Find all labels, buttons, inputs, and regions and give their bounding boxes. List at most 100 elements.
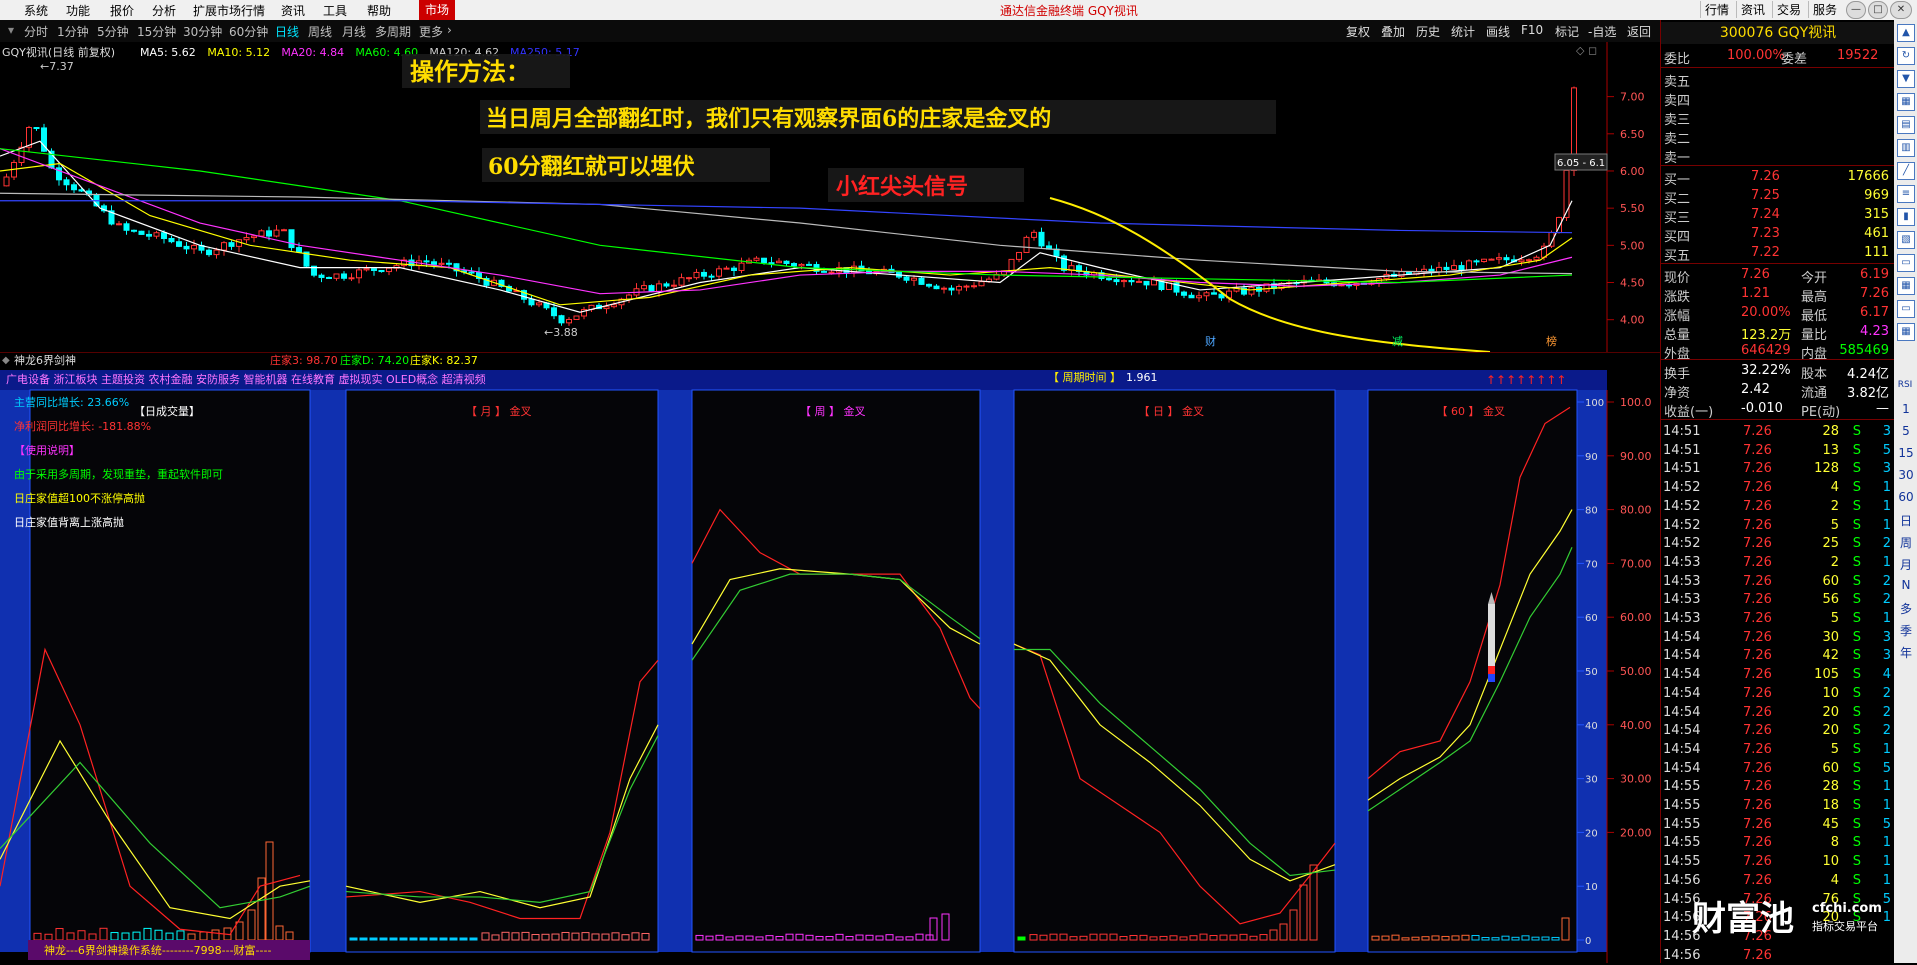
scroll-icons[interactable]: ◇ ◻	[1576, 44, 1597, 57]
market-button[interactable]: 市场	[419, 0, 456, 20]
sell-level-5[interactable]: 卖五	[1661, 70, 1895, 90]
menu-item-function[interactable]: 功能	[66, 2, 90, 19]
sell-level-2[interactable]: 卖二	[1661, 127, 1895, 147]
period-tab-60min[interactable]: 60分钟	[229, 23, 268, 40]
top-tab-service[interactable]: 服务	[1808, 1, 1841, 18]
sidebar-label-12[interactable]: 年	[1898, 644, 1914, 661]
sidebar-label-8[interactable]: 月	[1898, 556, 1914, 573]
stock-code-name[interactable]: 300076 GQY视讯	[1661, 22, 1895, 44]
sell-level-3[interactable]: 卖三	[1661, 108, 1895, 128]
tick-row[interactable]: 14:54 7.26 105 S 4	[1661, 665, 1895, 684]
menu-item-analysis[interactable]: 分析	[152, 2, 176, 19]
tick-row[interactable]: 14:55 7.26 45 S 5	[1661, 815, 1895, 834]
menu-item-extended-market[interactable]: 扩展市场行情	[193, 2, 265, 19]
sidebar-label-6[interactable]: 日	[1898, 512, 1914, 529]
toolbar-f10[interactable]: F10	[1521, 23, 1543, 37]
tick-row[interactable]: 14:52 7.26 5 S 1	[1661, 516, 1895, 535]
chevron-right-icon[interactable]: ›	[447, 23, 452, 37]
period-tab-weekly[interactable]: 周线	[308, 23, 332, 40]
sidebar-label-4[interactable]: 30	[1898, 468, 1914, 482]
period-tab-5min[interactable]: 5分钟	[97, 23, 129, 40]
tick-row[interactable]: 14:54 7.26 5 S 1	[1661, 740, 1895, 759]
dropdown-icon[interactable]: ▾	[8, 23, 14, 37]
tick-row[interactable]: 14:53 7.26 2 S 1	[1661, 553, 1895, 572]
period-tab-30min[interactable]: 30分钟	[183, 23, 222, 40]
sidebar-label-5[interactable]: 60	[1898, 490, 1914, 504]
tick-row[interactable]: 14:55 7.26 8 S 1	[1661, 833, 1895, 852]
buy-level-5[interactable]: 买五 7.22 111	[1661, 244, 1895, 264]
down-icon[interactable]: ▼	[1897, 70, 1915, 88]
chart-icon[interactable]: ▦	[1897, 93, 1915, 111]
toolbar-mark[interactable]: 标记	[1555, 23, 1579, 40]
period-tab-more[interactable]: 更多	[419, 23, 443, 40]
sidebar-label-3[interactable]: 15	[1898, 446, 1914, 460]
toolbar-overlay[interactable]: 叠加	[1381, 23, 1405, 40]
period-tab-monthly[interactable]: 月线	[342, 23, 366, 40]
tick-row[interactable]: 14:54 7.26 42 S 3	[1661, 646, 1895, 665]
tick-row[interactable]: 14:55 7.26 18 S 1	[1661, 796, 1895, 815]
tick-row[interactable]: 14:53 7.26 5 S 1	[1661, 609, 1895, 628]
tick-row[interactable]: 14:53 7.26 60 S 2	[1661, 572, 1895, 591]
doc2-icon[interactable]: ▭	[1897, 300, 1915, 318]
tick-row[interactable]: 14:51 7.26 13 S 5	[1661, 441, 1895, 460]
refresh-icon[interactable]: ↻	[1897, 47, 1915, 65]
sell-level-4[interactable]: 卖四	[1661, 89, 1895, 109]
tick-row[interactable]: 14:55 7.26 28 S 1	[1661, 777, 1895, 796]
period-tab-daily[interactable]: 日线	[275, 23, 299, 40]
up-icon[interactable]: ▲	[1897, 24, 1915, 42]
k-icon[interactable]: ▮	[1897, 208, 1915, 226]
doc-icon[interactable]: ▭	[1897, 254, 1915, 272]
tick-row[interactable]: 14:55 7.26 10 S 1	[1661, 852, 1895, 871]
top-tab-trade[interactable]: 交易	[1772, 1, 1805, 18]
toolbar-draw[interactable]: 画线	[1486, 23, 1510, 40]
tick-row[interactable]: 14:54 7.26 10 S 2	[1661, 684, 1895, 703]
sidebar-label-11[interactable]: 季	[1898, 622, 1914, 639]
sidebar-label-9[interactable]: N	[1898, 578, 1914, 592]
tick-row[interactable]: 14:51 7.26 28 S 3	[1661, 422, 1895, 441]
sidebar-label-0[interactable]: RSI	[1894, 380, 1916, 390]
toolbar-stats[interactable]: 统计	[1451, 23, 1475, 40]
tick-row[interactable]: 14:53 7.26 56 S 2	[1661, 590, 1895, 609]
sidebar-label-1[interactable]: 1	[1898, 402, 1914, 416]
tick-row[interactable]: 14:54 7.26 20 S 2	[1661, 721, 1895, 740]
menu-item-news[interactable]: 资讯	[281, 2, 305, 19]
period-tab-1min[interactable]: 1分钟	[57, 23, 89, 40]
minimize-icon[interactable]: —	[1846, 1, 1866, 19]
table-icon[interactable]: ▦	[1897, 277, 1915, 295]
stack-icon[interactable]: ▧	[1897, 231, 1915, 249]
grid-icon[interactable]: ▥	[1897, 139, 1915, 157]
sell-level-1[interactable]: 卖一	[1661, 146, 1895, 166]
list-icon[interactable]: ≡	[1897, 185, 1915, 203]
menu-item-system[interactable]: 系统	[24, 2, 48, 19]
kline-chart[interactable]: 7.00 6.50 6.00 5.50 5.00 4.50 4.00 GQY视讯(日线 前复…	[0, 42, 1660, 352]
tick-row[interactable]: 14:52 7.26 4 S 1	[1661, 478, 1895, 497]
tick-row[interactable]: 14:56 7.26 4 S 1	[1661, 871, 1895, 890]
tick-row[interactable]: 14:56 7.26	[1661, 946, 1895, 965]
tick-row[interactable]: 14:51 7.26 128 S 3	[1661, 459, 1895, 478]
menu-item-quote[interactable]: 报价	[110, 2, 134, 19]
maximize-icon[interactable]: □	[1868, 1, 1888, 19]
toolbar-back[interactable]: 返回	[1627, 23, 1651, 40]
period-tab-15min[interactable]: 15分钟	[137, 23, 176, 40]
top-tab-news[interactable]: 资讯	[1736, 1, 1769, 18]
toolbar-watchlist[interactable]: -自选	[1588, 23, 1616, 40]
sidebar-label-10[interactable]: 多	[1898, 600, 1914, 617]
period-tab-timeshare[interactable]: 分时	[24, 23, 48, 40]
buy-level-1[interactable]: 买一 7.26 17666	[1661, 168, 1895, 188]
line-icon[interactable]: ╱	[1897, 162, 1915, 180]
top-tab-quote[interactable]: 行情	[1700, 1, 1733, 18]
tick-row[interactable]: 14:54 7.26 20 S 2	[1661, 703, 1895, 722]
toolbar-fuquan[interactable]: 复权	[1346, 23, 1370, 40]
bar-icon[interactable]: ▤	[1897, 116, 1915, 134]
toolbar-history[interactable]: 历史	[1416, 23, 1440, 40]
menu-item-tools[interactable]: 工具	[323, 2, 347, 19]
buy-level-2[interactable]: 买二 7.25 969	[1661, 187, 1895, 207]
sidebar-label-7[interactable]: 周	[1898, 534, 1914, 551]
period-tab-multi[interactable]: 多周期	[375, 23, 411, 40]
indicator-dropdown-icon[interactable]: ◆	[2, 355, 10, 366]
tick-row[interactable]: 14:52 7.26 25 S 2	[1661, 534, 1895, 553]
buy-level-3[interactable]: 买三 7.24 315	[1661, 206, 1895, 226]
menu-item-help[interactable]: 帮助	[367, 2, 391, 19]
buy-level-4[interactable]: 买四 7.23 461	[1661, 225, 1895, 245]
sidebar-label-2[interactable]: 5	[1898, 424, 1914, 438]
